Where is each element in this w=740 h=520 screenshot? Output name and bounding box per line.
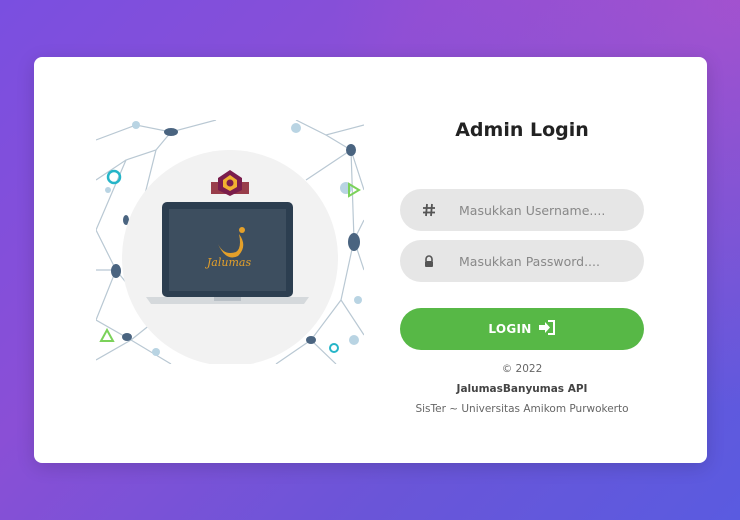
network-background <box>96 120 364 366</box>
credit-text: SisTer ~ Universitas Amikom Purwokerto <box>415 403 629 415</box>
laptop-icon <box>146 202 309 304</box>
login-form: Admin Login Masukkan Username.... LOGIN … <box>400 57 644 463</box>
login-illustration: Jalumas <box>96 120 364 366</box>
username-input[interactable] <box>457 188 644 232</box>
page-title: Admin Login <box>455 119 589 141</box>
copyright-text: © 2022 <box>501 363 543 375</box>
password-input[interactable] <box>457 239 644 283</box>
login-button-label: LOGIN <box>488 322 532 336</box>
username-field-wrapper <box>400 188 644 232</box>
login-card: Jalumas Admin Login Masukkan Username...… <box>34 57 707 463</box>
app-name-text: JalumasBanyumas API <box>456 383 588 395</box>
sign-in-icon <box>538 320 556 338</box>
lock-icon <box>400 254 457 268</box>
login-button[interactable]: LOGIN <box>400 308 644 350</box>
hash-icon <box>400 203 457 217</box>
password-field-wrapper <box>400 239 644 283</box>
laptop-logo-text: Jalumas <box>206 256 252 269</box>
